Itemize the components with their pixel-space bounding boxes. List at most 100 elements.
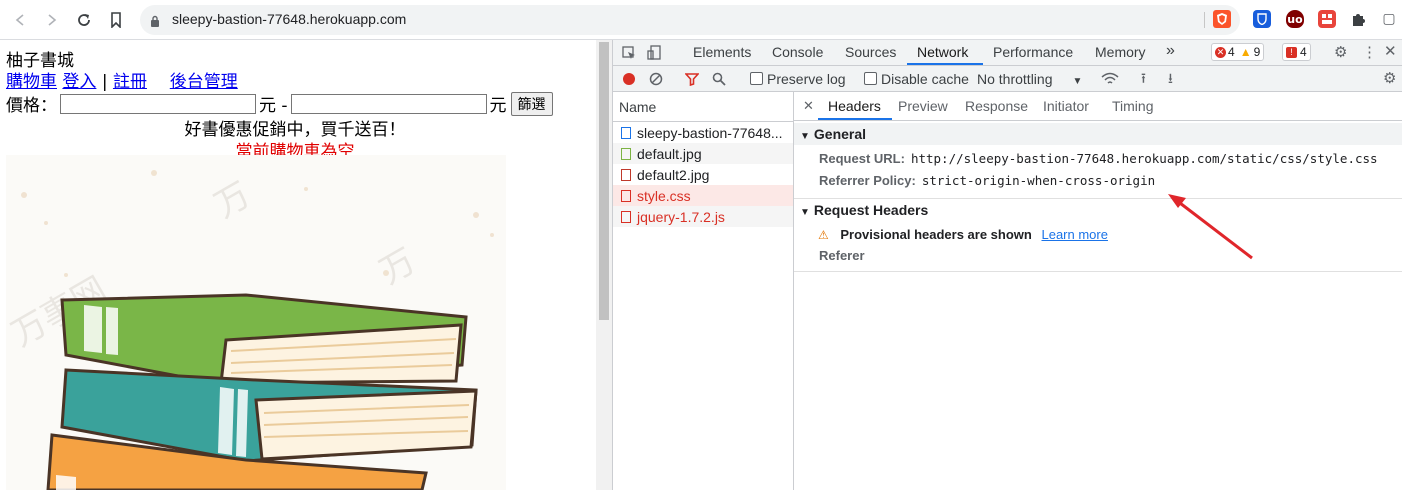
- warning-icon: ▲: [1239, 45, 1252, 59]
- warning-count: 9: [1253, 45, 1261, 59]
- extensions-puzzle-icon[interactable]: [1350, 10, 1368, 28]
- filter-button[interactable]: 篩選: [510, 91, 553, 116]
- kebab-menu-icon[interactable]: ⋮: [1362, 45, 1377, 60]
- export-har-icon[interactable]: ⭳: [1168, 71, 1173, 85]
- referer-row: Referer: [819, 248, 865, 263]
- device-toolbar-icon[interactable]: [647, 45, 661, 62]
- network-toolbar: Preserve log Disable cache No throttling…: [613, 66, 1402, 92]
- request-headers-section-header[interactable]: ▼ Request Headers: [794, 198, 1402, 220]
- price-filter: 價格： 元 - 元 篩選: [6, 91, 553, 116]
- extension-red-icon[interactable]: [1318, 10, 1336, 28]
- request-list: Name sleepy-bastion-77648... default.jpg…: [613, 92, 794, 490]
- request-url-row: Request URL: http://sleepy-bastion-77648.…: [819, 151, 1378, 166]
- ublock-icon[interactable]: uo: [1286, 10, 1304, 28]
- cart-link[interactable]: 購物車: [6, 72, 57, 92]
- price-unit-dash: 元 -: [259, 96, 288, 116]
- referrer-policy-row: Referrer Policy: strict-origin-when-cross…: [819, 173, 1156, 188]
- provisional-headers-warning: ⚠ Provisional headers are shown Learn mo…: [818, 227, 1108, 242]
- svg-text:万: 万: [373, 241, 422, 293]
- tab-console[interactable]: Console: [772, 44, 823, 60]
- bookmark-icon[interactable]: [104, 8, 128, 32]
- url-text[interactable]: sleepy-bastion-77648.herokuapp.com: [172, 11, 406, 27]
- lock-icon[interactable]: [150, 13, 160, 32]
- script-file-icon: [621, 210, 631, 223]
- learn-more-link[interactable]: Learn more: [1041, 227, 1107, 242]
- divider: [794, 271, 1402, 272]
- request-row[interactable]: default.jpg: [613, 143, 793, 164]
- price-label: 價格：: [6, 96, 57, 116]
- inspect-icon[interactable]: [622, 46, 636, 62]
- settings-gear-icon[interactable]: ⚙: [1334, 45, 1347, 60]
- page-viewport: 柚子書城 購物車 登入 | 註冊 後台管理 價格： 元 - 元 篩選 好書優惠促…: [0, 40, 596, 490]
- close-devtools-icon[interactable]: ✕: [1384, 44, 1397, 59]
- collapse-triangle-icon: ▼: [800, 207, 810, 218]
- bitwarden-icon[interactable]: [1253, 10, 1271, 28]
- details-tabbar: ✕ Headers Preview Response Initiator Tim…: [794, 92, 1402, 121]
- request-row[interactable]: default2.jpg: [613, 164, 793, 185]
- min-price-input[interactable]: [60, 93, 256, 114]
- stylesheet-file-icon: [621, 189, 631, 202]
- brave-shield-icon[interactable]: [1213, 10, 1231, 28]
- tab-preview[interactable]: Preview: [898, 98, 948, 114]
- issues-count: 4: [1300, 45, 1307, 59]
- tab-network[interactable]: Network: [917, 44, 968, 60]
- nav-links: 購物車 登入 | 註冊 後台管理: [6, 67, 238, 92]
- max-price-input[interactable]: [290, 93, 487, 114]
- collapse-triangle-icon: ▼: [800, 131, 810, 142]
- chevron-down-icon: ▼: [1072, 76, 1083, 87]
- preserve-log-checkbox[interactable]: Preserve log: [750, 71, 846, 87]
- divider: [1204, 12, 1205, 28]
- active-detail-tab-indicator: [818, 118, 892, 120]
- tab-memory[interactable]: Memory: [1095, 44, 1146, 60]
- address-bar[interactable]: sleepy-bastion-77648.herokuapp.com: [140, 5, 1240, 35]
- tab-response[interactable]: Response: [965, 98, 1028, 114]
- document-file-icon: [621, 126, 631, 139]
- image-file-icon: [621, 168, 631, 181]
- request-details: ✕ Headers Preview Response Initiator Tim…: [794, 92, 1402, 490]
- network-conditions-icon[interactable]: [1101, 72, 1119, 88]
- issues-icon: !: [1286, 46, 1297, 58]
- request-row-selected[interactable]: style.css: [613, 185, 793, 206]
- name-column-header[interactable]: Name: [613, 92, 793, 122]
- login-link[interactable]: 登入: [62, 72, 96, 92]
- more-tabs-icon[interactable]: »: [1166, 42, 1175, 60]
- forward-icon[interactable]: [40, 8, 64, 32]
- throttling-select[interactable]: No throttling ▼: [977, 71, 1082, 87]
- book-stack-image: 万事网 万 万 万: [5, 155, 506, 490]
- error-count: 4: [1228, 45, 1235, 59]
- page-scrollbar[interactable]: [596, 40, 612, 490]
- devtools-panel: Elements Console Sources Network Perform…: [612, 40, 1402, 490]
- tab-elements[interactable]: Elements: [693, 44, 751, 60]
- error-warning-badge[interactable]: ✕ 4 ▲ 9: [1211, 43, 1265, 61]
- tab-initiator[interactable]: Initiator: [1043, 98, 1089, 114]
- request-row[interactable]: jquery-1.7.2.js: [613, 206, 793, 227]
- register-link[interactable]: 註冊: [113, 72, 147, 92]
- admin-link[interactable]: 後台管理: [170, 72, 238, 92]
- back-icon[interactable]: [8, 8, 32, 32]
- clear-icon[interactable]: [649, 72, 663, 88]
- link-separator: |: [101, 72, 108, 92]
- browser-toolbar: sleepy-bastion-77648.herokuapp.com uo ▢: [0, 0, 1402, 40]
- price-unit: 元: [489, 96, 507, 116]
- close-details-icon[interactable]: ✕: [803, 98, 814, 114]
- devtools-tabbar: Elements Console Sources Network Perform…: [613, 40, 1402, 66]
- scrollbar-thumb[interactable]: [599, 42, 609, 320]
- issues-badge[interactable]: ! 4: [1282, 43, 1311, 61]
- network-settings-gear-icon[interactable]: ⚙: [1383, 71, 1396, 86]
- svg-text:万: 万: [208, 175, 257, 227]
- disable-cache-checkbox[interactable]: Disable cache: [864, 71, 969, 87]
- active-tab-indicator: [907, 63, 983, 65]
- warning-icon: ⚠: [818, 228, 829, 242]
- tab-headers[interactable]: Headers: [828, 98, 881, 114]
- tab-sources[interactable]: Sources: [845, 44, 896, 60]
- tab-performance[interactable]: Performance: [993, 44, 1073, 60]
- import-har-icon[interactable]: ⭱: [1141, 71, 1146, 85]
- profile-icon[interactable]: ▢: [1380, 10, 1398, 28]
- request-row[interactable]: sleepy-bastion-77648...: [613, 122, 793, 143]
- reload-icon[interactable]: [72, 8, 96, 32]
- filter-icon[interactable]: [684, 72, 700, 88]
- tab-timing[interactable]: Timing: [1112, 98, 1154, 114]
- general-section-header[interactable]: ▼ General: [794, 123, 1402, 145]
- record-icon[interactable]: [622, 72, 636, 88]
- search-icon[interactable]: [712, 72, 726, 88]
